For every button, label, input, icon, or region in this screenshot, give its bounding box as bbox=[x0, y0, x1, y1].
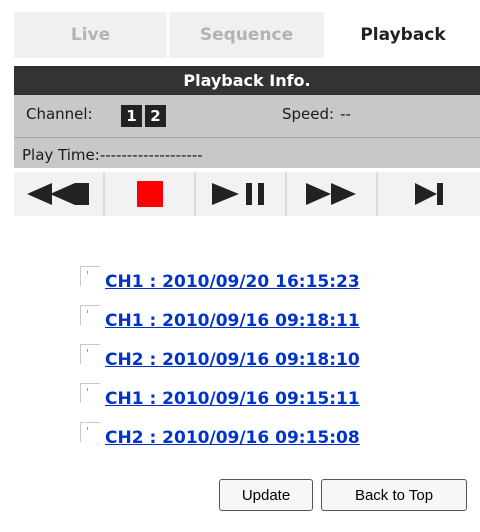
record-link[interactable]: CH2 : 2010/09/16 09:18:10 bbox=[105, 350, 360, 370]
speed-value: -- bbox=[340, 105, 351, 123]
list-item: CH2 : 2010/09/16 09:18:10 bbox=[80, 340, 360, 379]
speed-readout: Speed: -- bbox=[282, 105, 351, 123]
speed-label: Speed: bbox=[282, 105, 335, 123]
record-checkbox[interactable] bbox=[80, 265, 100, 286]
channel-2-button[interactable]: 2 bbox=[145, 105, 166, 127]
record-link[interactable]: CH1 : 2010/09/20 16:15:23 bbox=[105, 272, 360, 292]
list-item: CH1 : 2010/09/16 09:18:11 bbox=[80, 301, 360, 340]
tab-sequence[interactable]: Sequence bbox=[169, 12, 326, 58]
record-checkbox[interactable] bbox=[80, 343, 100, 364]
record-link[interactable]: CH1 : 2010/09/16 09:18:11 bbox=[105, 311, 360, 331]
list-item: CH1 : 2010/09/20 16:15:23 bbox=[80, 262, 360, 301]
back-to-top-button[interactable]: Back to Top bbox=[321, 479, 467, 511]
tab-playback[interactable]: Playback bbox=[326, 12, 480, 58]
play-time-readout: Play Time: ------------------- bbox=[22, 146, 203, 164]
channel-label: Channel: bbox=[26, 105, 93, 123]
record-checkbox[interactable] bbox=[80, 382, 100, 403]
playback-controls bbox=[14, 172, 480, 216]
rewind-icon bbox=[26, 183, 89, 205]
step-forward-button[interactable] bbox=[378, 172, 480, 216]
record-link[interactable]: CH2 : 2010/09/16 09:15:08 bbox=[105, 428, 360, 448]
info-row-channel-speed: Channel: 1 2 Speed: -- bbox=[14, 95, 480, 138]
play-pause-button[interactable] bbox=[196, 172, 287, 216]
stop-icon bbox=[136, 181, 163, 207]
playback-info-title: Playback Info. bbox=[14, 66, 480, 95]
update-button[interactable]: Update bbox=[219, 479, 313, 511]
recording-list: CH1 : 2010/09/20 16:15:23 CH1 : 2010/09/… bbox=[80, 262, 360, 457]
fast-forward-button[interactable] bbox=[287, 172, 378, 216]
tab-bar: Live Sequence Playback bbox=[14, 12, 480, 58]
record-checkbox[interactable] bbox=[80, 304, 100, 325]
fast-forward-icon bbox=[305, 183, 356, 205]
list-item: CH2 : 2010/09/16 09:15:08 bbox=[80, 418, 360, 457]
play-time-value: ------------------- bbox=[99, 146, 203, 164]
record-checkbox[interactable] bbox=[80, 421, 100, 442]
play-time-label: Play Time: bbox=[22, 146, 100, 164]
stop-button[interactable] bbox=[105, 172, 196, 216]
record-link[interactable]: CH1 : 2010/09/16 09:15:11 bbox=[105, 389, 360, 409]
play-pause-icon bbox=[211, 183, 264, 205]
step-forward-icon bbox=[415, 183, 443, 205]
playback-info-panel: Channel: 1 2 Speed: -- Play Time: ------… bbox=[14, 95, 480, 168]
list-item: CH1 : 2010/09/16 09:15:11 bbox=[80, 379, 360, 418]
tab-live[interactable]: Live bbox=[14, 12, 169, 58]
channel-1-button[interactable]: 1 bbox=[121, 105, 142, 127]
rewind-button[interactable] bbox=[14, 172, 105, 216]
